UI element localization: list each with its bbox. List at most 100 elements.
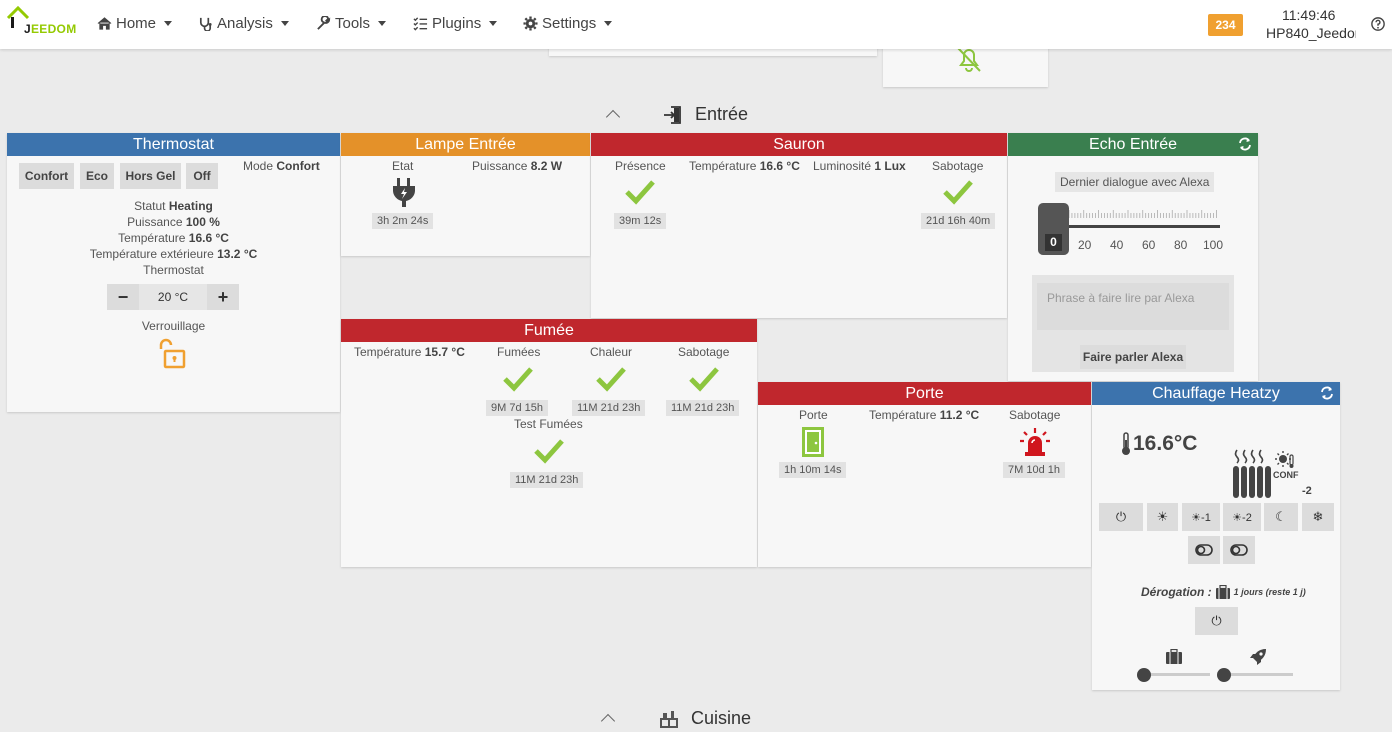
porte-label: Porte [799, 408, 828, 422]
heatzy-confort-button[interactable]: ☀ [1147, 503, 1178, 531]
fumees-time: 9M 7d 15h [486, 400, 548, 416]
widget-title-label: Echo Entrée [1088, 136, 1178, 153]
volume-tick-40: 40 [1110, 238, 1124, 252]
widget-title: Porte [758, 382, 1091, 405]
chevron-down-icon [164, 21, 173, 26]
setpoint-value[interactable]: 20 °C [139, 284, 207, 310]
sabotage-label: Sabotage [932, 159, 984, 173]
widget-title: Fumée [341, 319, 757, 342]
mode-off-button[interactable]: Off [186, 163, 218, 189]
slider-left-track[interactable] [1144, 673, 1210, 676]
jeedom-logo[interactable]: JEEDOM [6, 6, 78, 38]
temperature-status: Température 16.6 °C [118, 231, 229, 245]
nav-analysis[interactable]: Analysis [198, 15, 289, 32]
thermometer-icon [1122, 432, 1130, 455]
chevron-down-icon [604, 21, 613, 26]
heatzy-confort-minus2-button[interactable]: ☀-2 [1223, 503, 1261, 531]
volume-tick-20: 20 [1078, 238, 1092, 252]
volume-track[interactable] [1052, 225, 1220, 228]
lock-label: Verrouillage [141, 319, 206, 333]
plug-icon[interactable] [390, 176, 418, 208]
mode-confort-button[interactable]: Confort [19, 163, 74, 189]
test-fumees-time: 11M 21d 23h [510, 472, 584, 488]
widget-title: Thermostat [7, 133, 340, 156]
check-icon [625, 180, 655, 205]
nav-settings[interactable]: Settings [523, 15, 613, 32]
refresh-icon[interactable] [1238, 137, 1252, 151]
hostname[interactable]: HP840_Jeedom [1266, 25, 1356, 41]
puissance-status: Puissance 8.2 W [472, 159, 563, 173]
presence-time: 39m 12s [614, 213, 667, 229]
section-title-cuisine: Cuisine [659, 708, 751, 729]
derogation-value: 1 jours (reste 1 j) [1233, 587, 1306, 597]
heatzy-confort-minus1-button[interactable]: ☀-1 [1182, 503, 1220, 531]
speak-panel: Phrase à faire lire par Alexa Faire parl… [1032, 275, 1234, 372]
widget-thermostat: Thermostat Confort Eco Hors Gel Off Mode… [7, 133, 340, 412]
mode-horsgel-button[interactable]: Hors Gel [120, 163, 181, 189]
heatzy-toggle-button[interactable] [1223, 536, 1255, 564]
check-icon [534, 439, 564, 464]
widget-title: Echo Entrée [1008, 133, 1258, 156]
navbar: JEEDOM Home Analysis Tools Plugins Setti… [0, 0, 1392, 49]
speak-input[interactable]: Phrase à faire lire par Alexa [1037, 283, 1229, 330]
sabotage-time: 11M 21d 23h [666, 400, 740, 416]
mode-eco-button[interactable]: Eco [80, 163, 114, 189]
setpoint-minus-button[interactable]: − [107, 284, 139, 310]
chaleur-time: 11M 21d 23h [572, 400, 646, 416]
volume-handle[interactable]: 0 [1038, 203, 1069, 255]
widget-title-label: Chauffage Heatzy [1152, 385, 1280, 402]
heatzy-toggle-button[interactable] [1188, 536, 1220, 564]
test-fumees-label: Test Fumées [514, 417, 583, 431]
speak-button[interactable]: Faire parler Alexa [1080, 345, 1186, 369]
slider-left-handle[interactable] [1137, 668, 1151, 682]
nav-plugins[interactable]: Plugins [413, 15, 498, 32]
kitchen-icon [660, 710, 678, 728]
nav-tools-label: Tools [335, 15, 371, 32]
etat-time: 3h 2m 24s [372, 213, 434, 229]
temperature-status: Température 15.7 °C [354, 345, 465, 359]
suitcase-icon [1166, 649, 1182, 664]
unlock-icon[interactable] [156, 338, 190, 370]
last-dialog-label: Dernier dialogue avec Alexa [1055, 172, 1215, 192]
temperature-status: Température 16.6 °C [689, 159, 800, 173]
heatzy-eco-button[interactable]: ☾ [1264, 503, 1298, 531]
luminosite-status: Luminosité 1 Lux [813, 159, 906, 173]
collapse-cuisine-chevron[interactable] [600, 713, 616, 729]
sabotage-label: Sabotage [678, 345, 730, 359]
widget-title: Lampe Entrée [341, 133, 590, 156]
statut-status: Statut Heating [134, 199, 213, 213]
fumees-label: Fumées [497, 345, 541, 359]
help-icon[interactable] [1371, 17, 1385, 31]
presence-label: Présence [615, 159, 666, 173]
suitcase-icon [1215, 585, 1230, 599]
nav-settings-label: Settings [542, 15, 597, 32]
heatzy-temperature: 16.6°C [1133, 432, 1198, 455]
home-icon [97, 17, 112, 30]
gear-icon [523, 16, 538, 31]
check-icon [503, 367, 533, 392]
chevron-down-icon [280, 21, 289, 26]
nav-analysis-label: Analysis [217, 15, 273, 32]
nav-tools[interactable]: Tools [316, 15, 387, 32]
refresh-icon[interactable] [1320, 386, 1334, 400]
derogation-power-button[interactable]: ⏻ [1195, 607, 1238, 635]
widget-lampe-entree: Lampe Entrée Etat 3h 2m 24s Puissance 8.… [341, 133, 590, 256]
nav-home[interactable]: Home [97, 15, 173, 32]
volume-scale-ticks [1068, 210, 1217, 218]
message-count-badge[interactable]: 234 [1208, 14, 1243, 36]
nav-home-label: Home [116, 15, 157, 32]
slider-right-track[interactable] [1224, 673, 1293, 676]
toggle-icon [1230, 544, 1248, 556]
temperature-status: Température 11.2 °C [869, 408, 980, 422]
slider-right-handle[interactable] [1217, 668, 1231, 682]
setpoint-plus-button[interactable]: + [207, 284, 239, 310]
sabotage-time: 21d 16h 40m [921, 213, 996, 229]
collapse-entree-chevron[interactable] [605, 109, 621, 125]
heatzy-horsgel-button[interactable]: ❄ [1302, 503, 1334, 531]
chevron-down-icon [378, 21, 387, 26]
check-icon [689, 367, 719, 392]
widget-title: Sauron [591, 133, 1007, 156]
wrench-icon [317, 16, 331, 30]
heatzy-power-button[interactable]: ⏻ [1099, 503, 1143, 531]
sabotage-label: Sabotage [1009, 408, 1061, 422]
